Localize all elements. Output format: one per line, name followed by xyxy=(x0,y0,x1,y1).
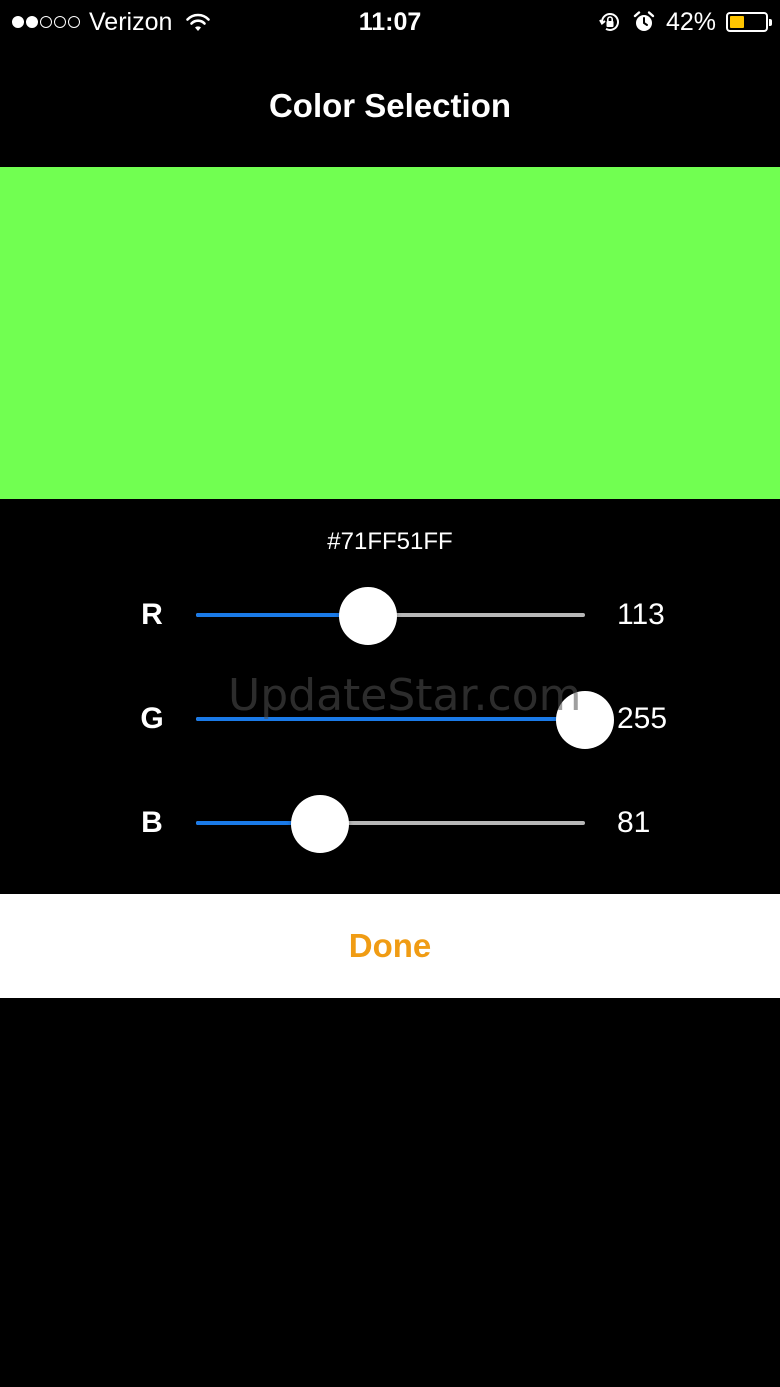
status-bar: Verizon 11:07 42% xyxy=(0,0,780,44)
red-slider-row: R 113 xyxy=(0,585,780,645)
red-slider[interactable] xyxy=(196,587,585,645)
page-title: Color Selection xyxy=(268,87,512,124)
battery-level-fill xyxy=(730,16,745,28)
blue-slider-thumb[interactable] xyxy=(290,795,349,853)
battery-icon xyxy=(726,12,772,32)
green-slider-thumb[interactable] xyxy=(556,691,614,749)
blue-slider[interactable] xyxy=(196,795,585,853)
green-channel-label: G xyxy=(140,702,164,735)
rotation-lock-icon xyxy=(599,13,619,31)
green-slider-fill xyxy=(196,717,585,721)
color-preview xyxy=(0,167,780,499)
hex-value-label: #71FF51FF xyxy=(327,528,453,555)
green-slider-row: G 255 xyxy=(0,689,780,749)
blue-channel-label: B xyxy=(141,806,163,839)
battery-percent: 42% xyxy=(665,7,716,36)
green-slider[interactable] xyxy=(196,691,614,749)
red-slider-thumb[interactable] xyxy=(339,587,398,645)
done-button[interactable]: Done xyxy=(0,894,780,998)
alarm-icon xyxy=(633,11,655,31)
red-channel-label: R xyxy=(141,598,163,631)
status-right: 42% xyxy=(598,6,772,38)
red-channel-value: 113 xyxy=(617,598,665,631)
green-channel-value: 255 xyxy=(617,702,668,735)
blue-slider-row: B 81 xyxy=(0,793,780,853)
blue-channel-value: 81 xyxy=(617,806,651,839)
